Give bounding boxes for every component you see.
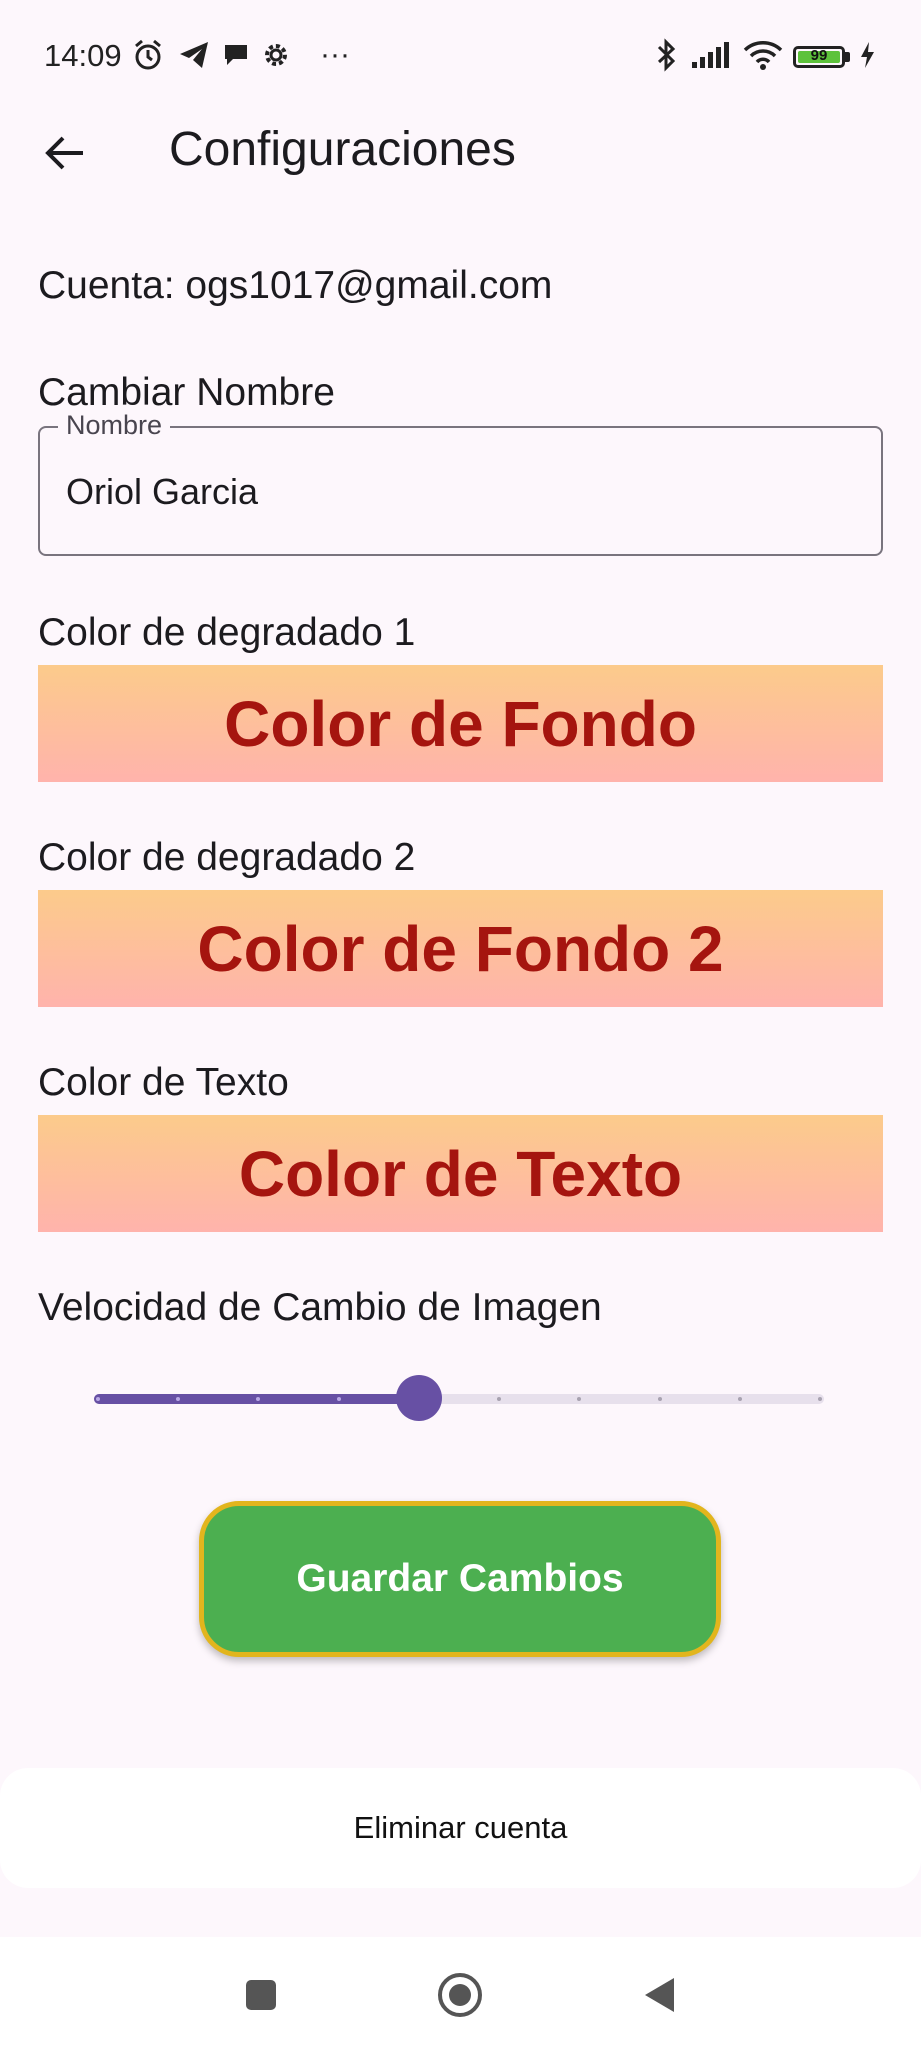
speed-slider-thumb[interactable] <box>395 1375 442 1421</box>
more-icon: ··· <box>320 38 350 71</box>
battery-level: 99 <box>810 47 828 64</box>
slider-tick <box>657 1397 662 1401</box>
back-triangle-icon <box>645 1978 674 2012</box>
gradient-2-label: Color de degradado 2 <box>38 836 416 879</box>
name-field-label: Nombre <box>58 410 171 441</box>
signal-icon <box>688 34 732 76</box>
charging-icon <box>856 34 878 76</box>
recent-apps-icon <box>246 1980 276 2010</box>
bluetooth-icon <box>650 34 684 76</box>
delete-account-button[interactable]: Eliminar cuenta <box>0 1768 921 1888</box>
save-changes-label: Guardar Cambios <box>296 1557 624 1600</box>
text-color-button-label: Color de Texto <box>238 1137 683 1210</box>
delete-account-label: Eliminar cuenta <box>353 1810 568 1845</box>
system-back-button[interactable] <box>624 1965 694 2025</box>
slider-tick <box>336 1397 341 1401</box>
telegram-icon <box>176 34 212 76</box>
image-speed-label: Velocidad de Cambio de Imagen <box>38 1286 602 1329</box>
slider-tick <box>818 1397 822 1401</box>
back-button[interactable] <box>30 118 100 188</box>
arrow-left-icon <box>45 136 83 170</box>
change-name-heading: Cambiar Nombre <box>38 371 335 414</box>
gradient-1-label: Color de degradado 1 <box>38 611 416 654</box>
background-color-2-button-label: Color de Fondo 2 <box>197 912 724 985</box>
battery-icon: 99 <box>793 46 845 68</box>
save-changes-button[interactable]: Guardar Cambios <box>199 1501 721 1657</box>
status-bar: 14:09 ··· 99 <box>0 0 921 110</box>
wifi-icon <box>740 34 786 76</box>
home-icon <box>438 1973 482 2017</box>
account-email: Cuenta: ogs1017@gmail.com <box>38 264 553 307</box>
name-input[interactable] <box>66 462 856 522</box>
text-color-label: Color de Texto <box>38 1061 289 1104</box>
recent-apps-button[interactable] <box>226 1965 296 2025</box>
page-title: Configuraciones <box>169 123 516 176</box>
slider-tick <box>96 1397 100 1401</box>
chat-bubble-icon <box>218 34 254 76</box>
background-color-2-button[interactable]: Color de Fondo 2 <box>38 890 883 1007</box>
background-color-button-label: Color de Fondo <box>224 687 697 760</box>
background-color-button[interactable]: Color de Fondo <box>38 665 883 782</box>
text-color-button[interactable]: Color de Texto <box>38 1115 883 1232</box>
alarm-icon <box>130 34 166 76</box>
home-button[interactable] <box>425 1965 495 2025</box>
settings-gear-icon <box>258 34 294 76</box>
battery-tip <box>845 52 850 62</box>
slider-tick <box>737 1397 742 1401</box>
status-time: 14:09 <box>44 38 122 73</box>
